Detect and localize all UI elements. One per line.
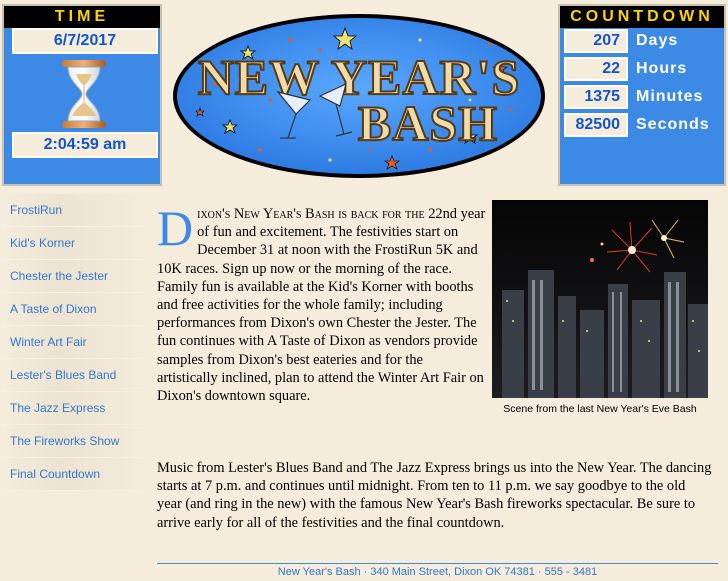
sidebar-item-winter-art-fair[interactable]: Winter Art Fair (2, 326, 147, 359)
fireworks-city-photo (492, 200, 708, 398)
sidebar-item-jazz-express[interactable]: The Jazz Express (2, 392, 147, 425)
photo-caption: Scene from the last New Year's Eve Bash (503, 403, 697, 415)
new-years-bash-logo: NEW YEAR'S BASH (173, 14, 545, 178)
logo-title-line2: BASH (358, 95, 498, 151)
sidebar-item-final-countdown[interactable]: Final Countdown (2, 458, 147, 491)
date-display: 6/7/2017 (12, 28, 158, 54)
clock-display: 2:04:59 am (12, 132, 158, 158)
sidebar-item-lesters-blues-band[interactable]: Lester's Blues Band (2, 359, 147, 392)
countdown-title: Countdown (560, 6, 724, 28)
minutes-value: 1375 (564, 85, 628, 109)
sidebar-item-fireworks-show[interactable]: The Fireworks Show (2, 425, 147, 458)
sidebar-item-kids-korner[interactable]: Kid's Korner (2, 227, 147, 260)
hours-label: Hours (636, 60, 688, 77)
drop-cap: D (157, 200, 194, 256)
intro-paragraph: Dixon's New Year's Bash is back for the … (157, 200, 487, 405)
sidebar-item-chester-the-jester[interactable]: Chester the Jester (2, 260, 147, 293)
intro-body: 22nd year of fun and excitement. The fes… (157, 206, 486, 405)
photo-figure: Scene from the last New Year's Eve Bash (492, 200, 708, 420)
seconds-label: Seconds (636, 116, 710, 133)
time-panel: Time 6/7/2017 2:04:59 am (2, 4, 162, 186)
sidebar-item-taste-of-dixon[interactable]: A Taste of Dixon (2, 293, 147, 326)
time-title: Time (4, 6, 160, 28)
days-label: Days (636, 32, 679, 49)
footer-divider (157, 563, 718, 564)
countdown-row-hours: 22 Hours (564, 56, 687, 82)
minutes-label: Minutes (636, 88, 704, 105)
intro-lead: ixon's New Year's Bash is back for the (197, 206, 425, 222)
countdown-row-seconds: 82500 Seconds (564, 112, 710, 138)
sidebar-nav: FrostiRun Kid's Korner Chester the Jeste… (2, 194, 147, 491)
footer-address: New Year's Bash · 340 Main Street, Dixon… (277, 566, 598, 578)
hours-value: 22 (564, 57, 628, 81)
countdown-row-minutes: 1375 Minutes (564, 84, 703, 110)
countdown-row-days: 207 Days (564, 28, 678, 54)
seconds-value: 82500 (564, 113, 628, 137)
countdown-panel: Countdown 207 Days 22 Hours 1375 Minutes… (558, 4, 726, 186)
days-value: 207 (564, 29, 628, 53)
music-paragraph: Music from Lester's Blues Band and The J… (157, 460, 712, 531)
sidebar-item-frostirun[interactable]: FrostiRun (2, 194, 147, 227)
hourglass-icon (62, 60, 106, 128)
